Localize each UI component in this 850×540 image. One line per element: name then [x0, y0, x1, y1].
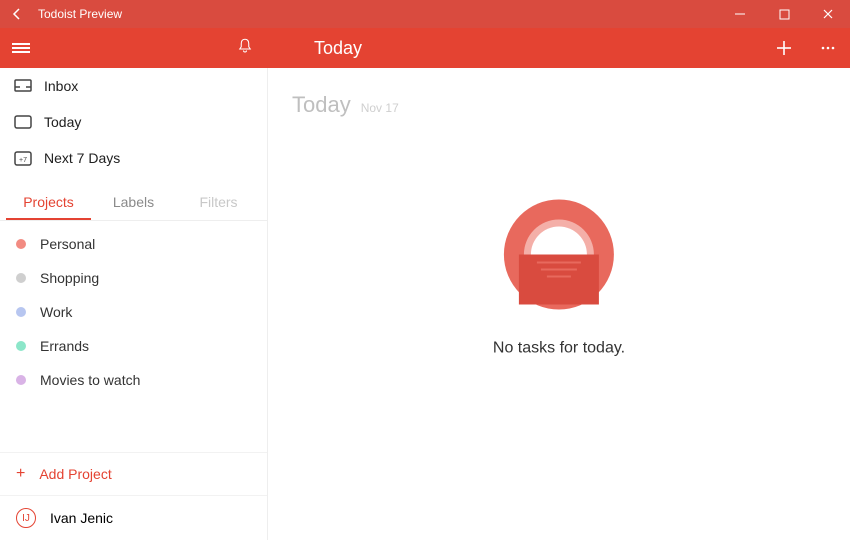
bell-icon: [236, 37, 254, 55]
project-color-dot: [16, 341, 26, 351]
plus-icon: [774, 38, 794, 58]
project-item-shopping[interactable]: Shopping: [0, 261, 267, 295]
sidebar-item-inbox[interactable]: Inbox: [0, 68, 267, 104]
add-project-label: Add Project: [39, 466, 111, 482]
project-color-dot: [16, 239, 26, 249]
tab-filters[interactable]: Filters: [176, 186, 261, 220]
sidebar-tabs: Projects Labels Filters: [0, 186, 267, 221]
main-heading: Today Nov 17: [292, 92, 826, 118]
notifications-button[interactable]: [236, 37, 254, 60]
project-color-dot: [16, 375, 26, 385]
sidebar-item-today[interactable]: Today: [0, 104, 267, 140]
hamburger-icon: [12, 41, 30, 55]
close-icon: [822, 8, 834, 20]
titlebar: Todoist Preview: [0, 0, 850, 28]
avatar: IJ: [16, 508, 36, 528]
inbox-icon: [12, 79, 34, 93]
project-label: Personal: [40, 236, 95, 252]
back-arrow-icon: [10, 7, 24, 21]
header-page-title: Today: [272, 38, 762, 59]
project-label: Movies to watch: [40, 372, 140, 388]
window-maximize-button[interactable]: [762, 0, 806, 28]
empty-state: No tasks for today.: [493, 194, 625, 357]
main-title: Today: [292, 92, 351, 118]
sidebar-item-next7days[interactable]: +7 Next 7 Days: [0, 140, 267, 176]
user-name: Ivan Jenic: [50, 510, 113, 526]
project-label: Errands: [40, 338, 89, 354]
sunset-illustration-icon: [499, 194, 619, 314]
more-options-button[interactable]: [806, 28, 850, 68]
today-icon: [12, 115, 34, 129]
project-item-work[interactable]: Work: [0, 295, 267, 329]
sidebar: Inbox Today +7 Next 7 Days Projects Labe…: [0, 68, 268, 540]
sidebar-item-label: Inbox: [44, 78, 78, 94]
project-item-movies[interactable]: Movies to watch: [0, 363, 267, 397]
add-task-button[interactable]: [762, 28, 806, 68]
back-button[interactable]: [0, 0, 34, 28]
sidebar-item-label: Today: [44, 114, 81, 130]
sidebar-item-label: Next 7 Days: [44, 150, 120, 166]
window-close-button[interactable]: [806, 0, 850, 28]
project-item-errands[interactable]: Errands: [0, 329, 267, 363]
app-header: Today: [0, 28, 850, 68]
project-label: Work: [40, 304, 72, 320]
tab-projects[interactable]: Projects: [6, 186, 91, 220]
empty-state-message: No tasks for today.: [493, 339, 625, 357]
more-horizontal-icon: [819, 39, 837, 57]
calendar-icon: +7: [12, 150, 34, 166]
menu-button[interactable]: [0, 28, 42, 68]
add-project-button[interactable]: + Add Project: [0, 452, 267, 495]
user-account-button[interactable]: IJ Ivan Jenic: [0, 495, 267, 540]
window-title: Todoist Preview: [34, 7, 718, 21]
projects-list: Personal Shopping Work Errands Movies to…: [0, 221, 267, 452]
maximize-icon: [779, 9, 790, 20]
svg-text:+7: +7: [19, 157, 27, 164]
tab-labels[interactable]: Labels: [91, 186, 176, 220]
project-color-dot: [16, 273, 26, 283]
main-date: Nov 17: [361, 101, 399, 115]
window-minimize-button[interactable]: [718, 0, 762, 28]
project-label: Shopping: [40, 270, 99, 286]
plus-icon: +: [16, 465, 25, 483]
main-content: Today Nov 17 No tasks for today.: [268, 68, 850, 540]
minimize-icon: [734, 8, 746, 20]
project-item-personal[interactable]: Personal: [0, 227, 267, 261]
project-color-dot: [16, 307, 26, 317]
